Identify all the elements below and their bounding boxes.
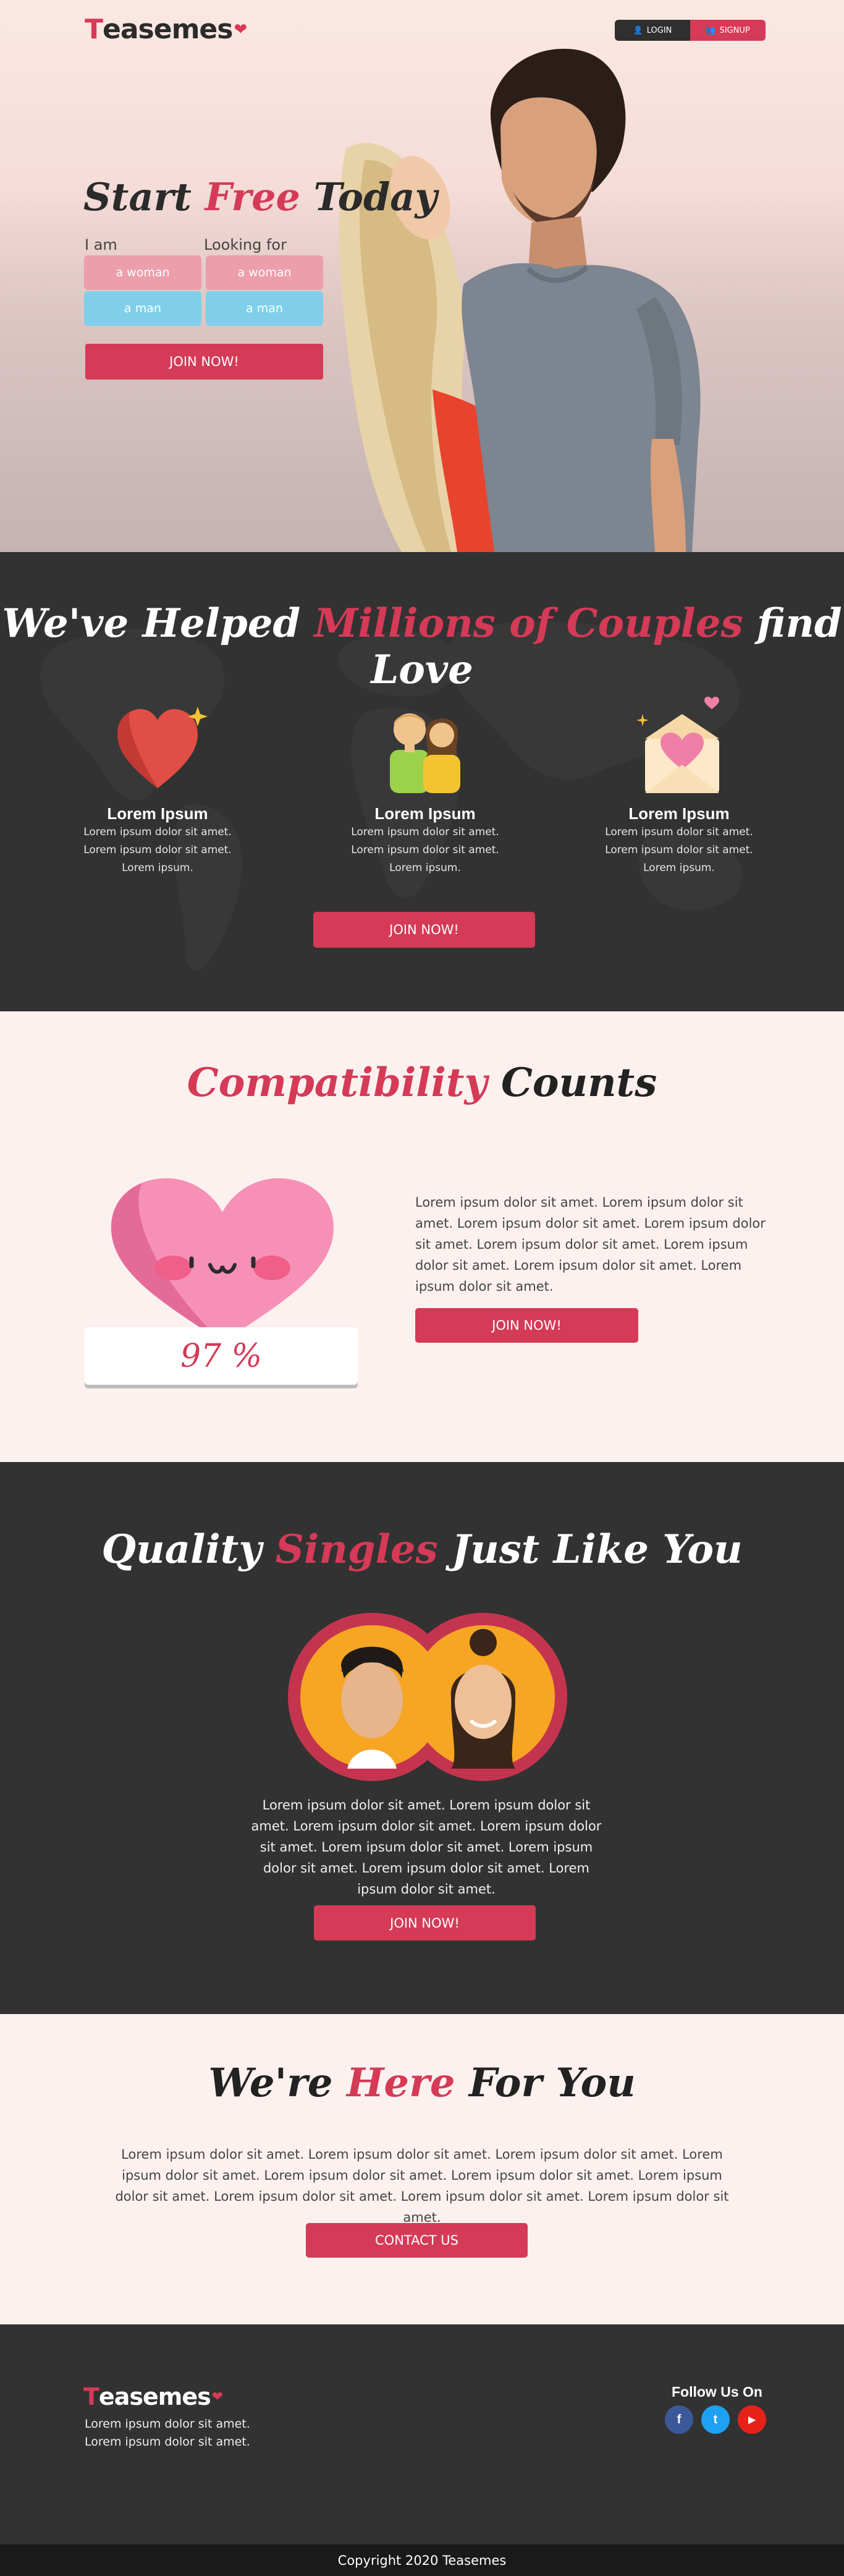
singles-section: Quality Singles Just Like You Lorem ipsu… [0,1462,844,2014]
feature-line: Lorem ipsum dolor sit amet. [83,844,232,856]
feature-line: Lorem ipsum. [122,862,193,874]
here-title-accent: Here [346,2060,455,2106]
social-links: f t ▶ [665,2405,766,2434]
auth-buttons: 👤 LOGIN 👥 SIGNUP [615,20,766,41]
footer: Teasemes ❤ Lorem ipsum dolor sit amet. Lo… [0,2324,844,2544]
hero-title-start: Start [83,174,192,219]
feature-line: Lorem ipsum dolor sit amet. [83,826,232,838]
feature-line: Lorem ipsum dolor sit amet. [605,844,753,856]
login-label: LOGIN [646,25,672,35]
feature-line: Lorem ipsum dolor sit amet. [351,844,499,856]
footer-line: Lorem ipsum dolor sit amet. [85,2435,250,2449]
compat-title-accent: Compatibility [187,1060,487,1106]
hero-couple-image [339,48,701,552]
feature-title: Lorem Ipsum [628,804,730,823]
footer-logo[interactable]: Teasemes ❤ [83,2383,223,2410]
singles-join-button[interactable]: JOIN NOW! [314,1905,536,1941]
footer-logo-letter: T [83,2383,99,2410]
here-description: Lorem ipsum dolor sit amet. Lorem ipsum … [115,2147,729,2225]
compat-title-end: Counts [500,1060,657,1106]
users-icon: 👥 [706,25,716,35]
compat-title: Compatibility Counts [0,1060,844,1106]
helped-section: We've Helped Millions of Couples find Lo… [0,552,844,1011]
here-title: We're Here For You [0,2060,844,2106]
singles-title-accent: Singles [275,1526,438,1573]
user-icon: 👤 [633,25,643,35]
footer-line: Lorem ipsum dolor sit amet. [85,2417,250,2431]
feature-title: Lorem Ipsum [107,804,208,823]
feature-line: Lorem ipsum. [389,862,461,874]
hero-title: Start Free Today [83,174,437,219]
logo-letter: T [85,14,103,45]
footer-text: Lorem ipsum dolor sit amet. Lorem ipsum … [85,2415,250,2451]
youtube-icon[interactable]: ▶ [738,2405,766,2434]
login-button[interactable]: 👤 LOGIN [615,20,690,41]
hero-title-end: Today [313,174,437,219]
compat-description: Lorem ipsum dolor sit amet. Lorem ipsum … [415,1195,766,1294]
helped-join-button[interactable]: JOIN NOW! [313,912,535,948]
feature-line: Lorem ipsum. [643,862,715,874]
singles-description: Lorem ipsum dolor sit amet. Lorem ipsum … [251,1798,602,1897]
footer-logo-wordmark: easemes [98,2383,211,2410]
singles-title-end: Just Like You [451,1526,743,1573]
feature-card: Lorem Ipsum Lorem ipsum dolor sit amet. … [68,695,247,877]
copyright-bar: Copyright 2020 Teasemes [0,2544,844,2576]
site-logo[interactable]: Teasemes ❤ [85,14,247,45]
feature-line: Lorem ipsum dolor sit amet. [605,826,753,838]
couple-avatars-icon [390,713,460,793]
helped-title-start: We've Helped [2,600,301,647]
feature-card: Lorem Ipsum Lorem ipsum dolor sit amet. … [335,695,515,877]
singles-photo [288,1613,567,1781]
logo-heart-icon: ❤ [234,20,247,39]
looking-man-option[interactable]: a man [206,291,323,326]
smiling-heart-icon [111,1178,334,1342]
i-am-label: I am [85,236,117,253]
hero-section: Teasemes ❤ 👤 LOGIN 👥 SIGNUP Start Free To… [0,0,844,552]
signup-button[interactable]: 👥 SIGNUP [690,20,766,41]
feature-card: Lorem Ipsum Lorem ipsum dolor sit amet. … [589,695,769,877]
compatibility-percent: 97 % [85,1327,358,1385]
compatibility-section: Compatibility Counts 97 % Lorem ipsum do… [0,1011,844,1462]
here-for-you-section: We're Here For You Lorem ipsum dolor sit… [0,2014,844,2324]
twitter-icon[interactable]: t [701,2405,730,2434]
footer-logo-heart-icon: ❤ [211,2389,223,2405]
here-title-end: For You [468,2060,636,2106]
compat-join-button[interactable]: JOIN NOW! [415,1308,638,1343]
here-title-start: We're [208,2060,333,2106]
hero-title-accent: Free [205,174,300,219]
logo-wordmark: easemes [103,14,233,45]
feature-line: Lorem ipsum dolor sit amet. [351,826,499,838]
love-letter-icon [636,697,719,793]
iam-woman-option[interactable]: a woman [84,255,201,290]
singles-title-start: Quality [101,1526,262,1573]
iam-man-option[interactable]: a man [84,291,201,326]
hero-join-button[interactable]: JOIN NOW! [85,344,323,380]
helped-title-accent: Millions of Couples [314,600,743,647]
feature-title: Lorem Ipsum [374,804,476,823]
contact-us-button[interactable]: CONTACT US [306,2223,528,2258]
heart-sparkle-icon [117,707,208,788]
looking-woman-option[interactable]: a woman [206,255,323,290]
singles-title: Quality Singles Just Like You [0,1526,844,1573]
helped-title: We've Helped Millions of Couples find Lo… [0,600,844,693]
follow-us-label: Follow Us On [672,2384,762,2400]
facebook-icon[interactable]: f [665,2405,693,2434]
signup-label: SIGNUP [719,25,750,35]
looking-for-label: Looking for [204,236,287,253]
